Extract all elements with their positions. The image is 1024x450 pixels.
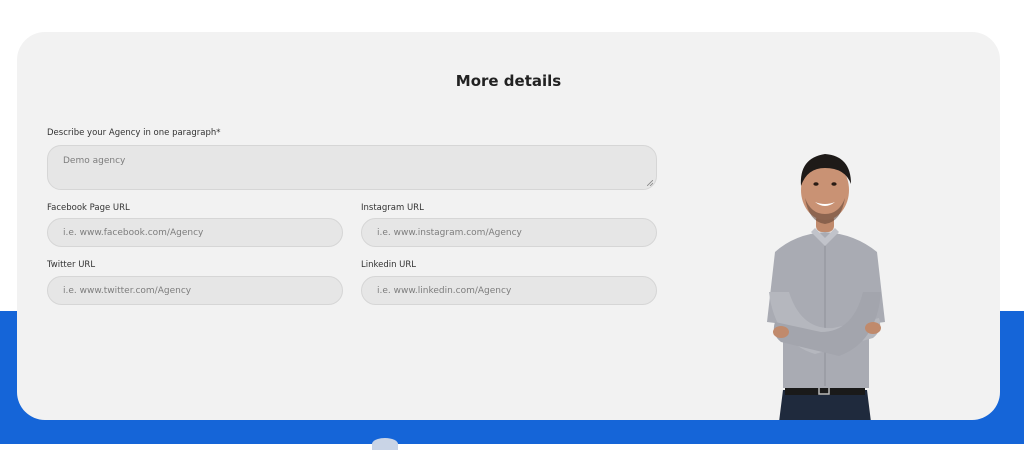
twitter-url-input[interactable]: i.e. www.twitter.com/Agency xyxy=(47,276,343,305)
linkedin-label: Linkedin URL xyxy=(361,260,417,270)
description-label: Describe your Agency in one paragraph* xyxy=(47,128,221,138)
linkedin-url-input[interactable]: i.e. www.linkedin.com/Agency xyxy=(361,276,657,305)
linkedin-placeholder: i.e. www.linkedin.com/Agency xyxy=(377,285,512,296)
instagram-label: Instagram URL xyxy=(361,203,424,213)
instagram-url-input[interactable]: i.e. www.instagram.com/Agency xyxy=(361,218,657,247)
description-value: Demo agency xyxy=(63,156,126,166)
facebook-label: Facebook Page URL xyxy=(47,203,130,213)
facebook-placeholder: i.e. www.facebook.com/Agency xyxy=(63,227,204,238)
twitter-label: Twitter URL xyxy=(47,260,96,270)
instagram-placeholder: i.e. www.instagram.com/Agency xyxy=(377,227,522,238)
resize-handle-icon[interactable] xyxy=(647,180,653,186)
more-details-card: More details Describe your Agency in one… xyxy=(17,32,1000,420)
section-title: More details xyxy=(455,72,562,90)
description-textarea[interactable]: Demo agency xyxy=(47,145,657,190)
twitter-placeholder: i.e. www.twitter.com/Agency xyxy=(63,285,192,296)
bottom-emblem-icon xyxy=(372,438,398,450)
person-photo xyxy=(767,154,885,420)
facebook-url-input[interactable]: i.e. www.facebook.com/Agency xyxy=(47,218,343,247)
